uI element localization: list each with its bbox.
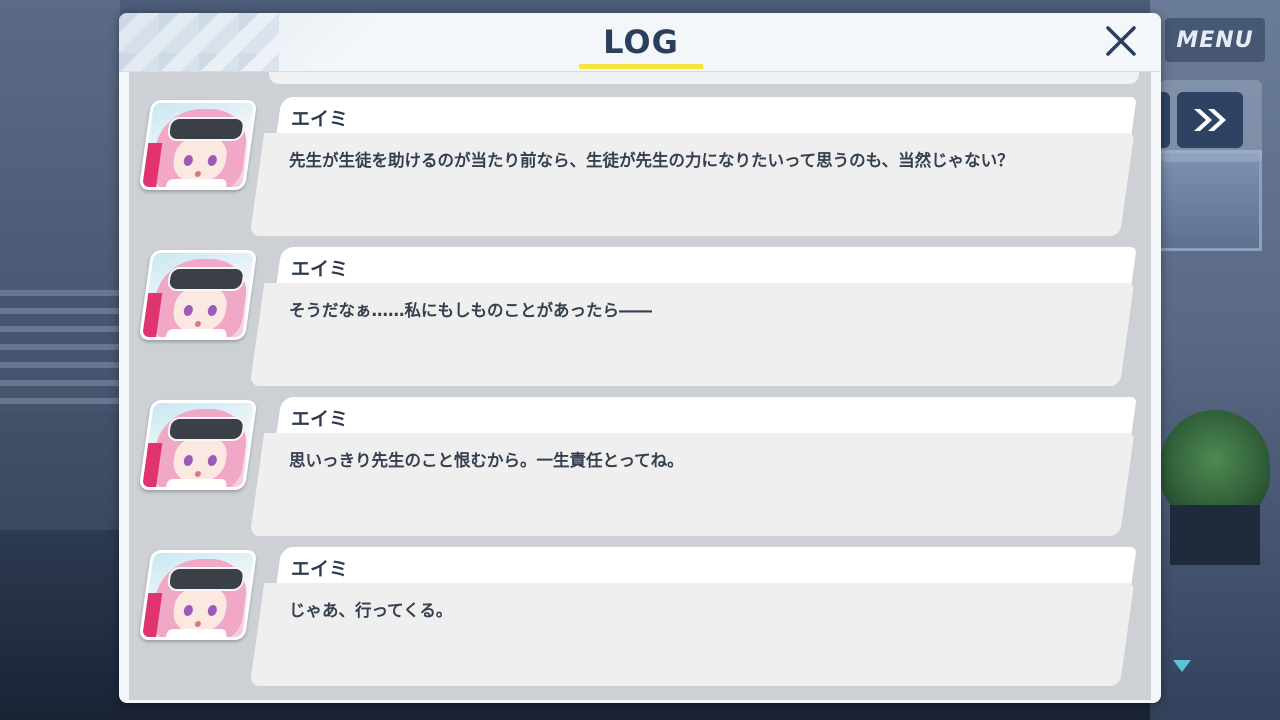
character-avatar	[138, 550, 258, 640]
previous-entry-edge	[269, 72, 1139, 84]
log-dialog: LOG エイミ 先生が生徒を助けるのが当たり前なら、生徒が先生の力になりたいって…	[119, 13, 1161, 703]
auto-button[interactable]	[1160, 92, 1170, 148]
background-stairs	[0, 290, 120, 410]
skip-button[interactable]	[1177, 92, 1243, 148]
log-entry: エイミ 先生が生徒を助けるのが当たり前なら、生徒が先生の力になりたいって思うのも…	[129, 96, 1151, 236]
message-text: 思いっきり先生のこと恨むから。一生責任とってね。	[289, 451, 684, 470]
header-decoration	[119, 13, 279, 71]
log-entry: エイミ じゃあ、行ってくる。	[129, 546, 1151, 686]
speaker-name: エイミ	[291, 108, 349, 130]
message-text: 先生が生徒を助けるのが当たり前なら、生徒が先生の力になりたいって思うのも、当然じ…	[289, 151, 1014, 170]
fast-forward-icon	[1194, 109, 1226, 131]
message-text: そうだなぁ……私にもしものことがあったら――	[289, 301, 652, 320]
speaker-box	[276, 547, 1137, 585]
menu-button[interactable]: MENU	[1165, 18, 1265, 62]
character-avatar	[138, 400, 258, 490]
background-planter	[1170, 505, 1260, 565]
character-avatar	[138, 250, 258, 340]
log-list[interactable]: エイミ 先生が生徒を助けるのが当たり前なら、生徒が先生の力になりたいって思うのも…	[129, 72, 1151, 700]
log-header: LOG	[119, 13, 1161, 71]
close-icon	[1106, 26, 1136, 56]
speaker-box	[276, 247, 1137, 285]
triangle-down-icon	[1173, 660, 1191, 672]
speaker-name: エイミ	[291, 408, 349, 430]
background-plant	[1160, 410, 1270, 520]
speaker-name: エイミ	[291, 258, 349, 280]
message-text: じゃあ、行ってくる。	[289, 601, 453, 620]
menu-button-label: MENU	[1176, 27, 1254, 53]
speaker-box	[276, 97, 1137, 135]
close-button[interactable]	[1103, 23, 1139, 59]
title-underline	[579, 64, 703, 69]
page-title: LOG	[603, 23, 679, 61]
character-avatar	[138, 100, 258, 190]
speaker-box	[276, 397, 1137, 435]
log-entry: エイミ そうだなぁ……私にもしものことがあったら――	[129, 246, 1151, 386]
background-window	[1156, 150, 1262, 251]
log-entry: エイミ 思いっきり先生のこと恨むから。一生責任とってね。	[129, 396, 1151, 536]
speaker-name: エイミ	[291, 558, 349, 580]
